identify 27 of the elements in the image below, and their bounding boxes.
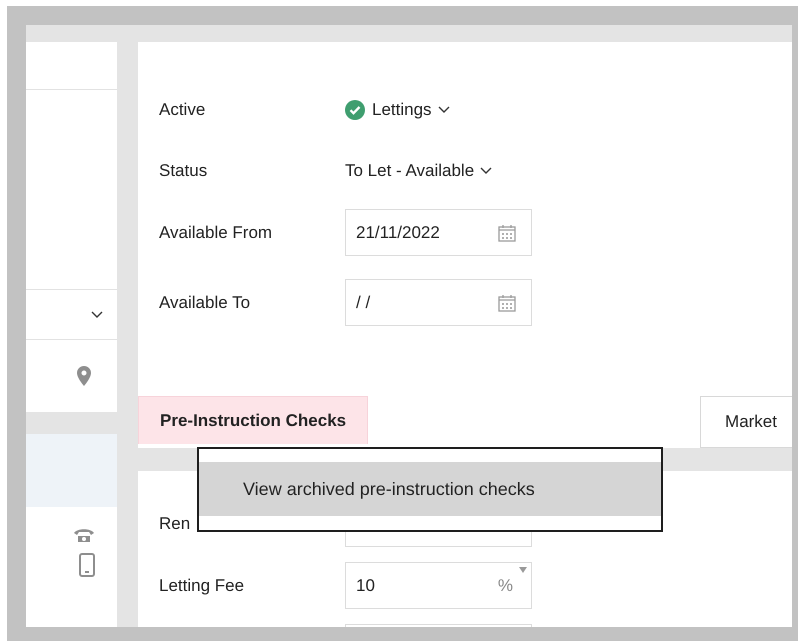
- date-field[interactable]: / /: [345, 279, 532, 326]
- chevron-down-icon: [480, 167, 492, 175]
- calendar-icon[interactable]: [497, 222, 517, 242]
- field-label: Letting Fee: [159, 576, 246, 596]
- input-field[interactable]: 10 %: [345, 562, 532, 609]
- tab[interactable]: Pre-Instruction Checks: [138, 396, 368, 444]
- field-label: Available To: [159, 292, 252, 312]
- dropdown-arrow-icon[interactable]: [519, 567, 527, 573]
- calendar-icon[interactable]: [497, 292, 517, 312]
- field-value: 10: [356, 576, 376, 596]
- menu-item[interactable]: View archived pre-instruction checks: [199, 462, 661, 516]
- date-field[interactable]: 21/11/2022: [345, 209, 532, 256]
- telephone-icon[interactable]: [73, 527, 95, 543]
- field-label: Active: [159, 100, 206, 120]
- chevron-down-icon: [438, 106, 450, 114]
- location-pin-icon[interactable]: [77, 366, 91, 386]
- field-value: 21/11/2022: [356, 222, 441, 242]
- tab[interactable]: Market: [700, 396, 792, 448]
- field-label: Status: [159, 161, 208, 181]
- field-value: / /: [356, 292, 372, 312]
- mobile-phone-icon[interactable]: [79, 553, 95, 577]
- field-label: Available From: [159, 222, 274, 242]
- unit-label: %: [498, 576, 513, 596]
- chevron-down-icon: [91, 310, 103, 318]
- dropdown-value[interactable]: Lettings: [372, 100, 432, 120]
- dropdown-value[interactable]: To Let - Available: [345, 161, 474, 181]
- field-label: Ren: [159, 514, 192, 534]
